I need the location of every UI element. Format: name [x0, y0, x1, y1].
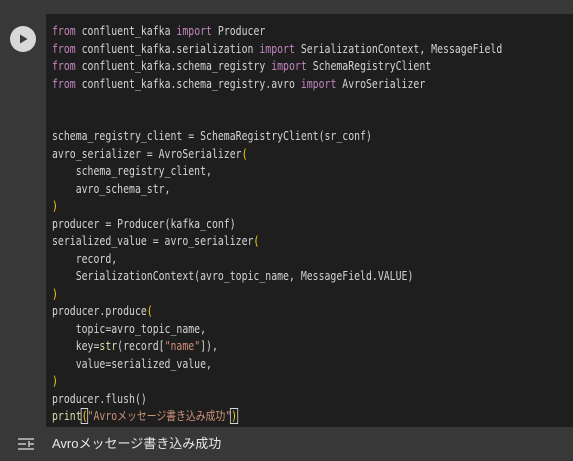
code-line: key=str(record["name"]),: [52, 338, 502, 356]
code-token: AvroSerializer: [336, 76, 426, 91]
code-line: avro_schema_str,: [52, 181, 502, 199]
code-token: avro_schema_str,: [52, 181, 171, 196]
code-token: confluent_kafka: [75, 24, 177, 38]
code-token: producer.produce: [52, 304, 147, 318]
play-icon: [20, 34, 28, 44]
code-token: "name": [164, 339, 201, 353]
code-token: (record[: [117, 339, 165, 353]
code-token: (: [146, 304, 153, 318]
code-token: from: [52, 41, 76, 56]
code-token: producer.flush(): [52, 391, 147, 406]
code-line: producer.produce(: [52, 303, 502, 321]
code-line: ): [52, 198, 502, 216]
code-line: schema_registry_client,: [52, 163, 502, 181]
code-line: SerializationContext(avro_topic_name, Me…: [52, 268, 502, 286]
code-token: from: [52, 24, 76, 38]
code-token: ): [52, 374, 58, 388]
code-token: value=serialized_value,: [52, 356, 212, 371]
code-token: ]),: [200, 339, 218, 353]
code-token: import: [259, 41, 295, 56]
code-token: avro_serializer = AvroSerializer: [52, 146, 242, 161]
code-token: topic=avro_topic_name,: [52, 321, 207, 336]
code-token: confluent_kafka.schema_registry.avro: [75, 76, 301, 91]
code-token: ): [52, 286, 58, 301]
code-token: ): [230, 408, 238, 424]
run-cell-button[interactable]: [10, 26, 36, 52]
code-token: ): [52, 199, 58, 213]
code-token: (: [253, 234, 260, 248]
code-token: schema_registry_client,: [52, 164, 212, 178]
code-token: schema_registry_client = SchemaRegistryC…: [52, 129, 372, 143]
code-token: SchemaRegistryClient: [306, 59, 432, 73]
code-line: producer.flush(): [52, 391, 502, 409]
code-token: record,: [52, 251, 118, 266]
code-token: producer = Producer(kafka_conf): [52, 216, 236, 231]
code-line: producer = Producer(kafka_conf): [52, 216, 502, 234]
output-settings-icon[interactable]: [17, 435, 35, 453]
code-line: record,: [52, 251, 502, 269]
code-line: schema_registry_client = SchemaRegistryC…: [52, 128, 502, 146]
code-token: "Avroメッセージ書き込み成功": [87, 409, 232, 423]
code-token: str: [99, 339, 118, 353]
cell-output: Avroメッセージ書き込み成功: [0, 427, 573, 461]
code-token: import: [300, 76, 337, 91]
code-text[interactable]: from confluent_kafka import Producer from…: [52, 23, 502, 426]
code-token: import: [271, 59, 307, 73]
code-line: print("Avroメッセージ書き込み成功"): [52, 408, 502, 426]
code-editor[interactable]: from confluent_kafka import Producer from…: [46, 14, 573, 427]
code-token: SerializationContext, MessageField: [294, 41, 503, 56]
code-token: from: [52, 59, 76, 73]
code-token: SerializationContext(avro_topic_name, Me…: [52, 269, 414, 283]
code-line: topic=avro_topic_name,: [52, 321, 502, 339]
code-token: Producer: [211, 24, 266, 38]
code-line: from confluent_kafka.schema_registry imp…: [52, 58, 502, 76]
code-line: ): [52, 373, 502, 391]
code-line: serialized_value = avro_serializer(: [52, 233, 502, 251]
code-token: import: [176, 24, 212, 38]
code-token: confluent_kafka.schema_registry: [75, 59, 272, 73]
code-cell[interactable]: from confluent_kafka import Producer from…: [0, 14, 573, 427]
code-line: value=serialized_value,: [52, 356, 502, 374]
code-token: serialized_value = avro_serializer: [52, 234, 254, 248]
code-token: confluent_kafka.serialization: [75, 41, 260, 56]
code-line: ): [52, 286, 502, 304]
code-token: print: [52, 409, 82, 423]
code-token: from: [52, 76, 76, 91]
code-line: avro_serializer = AvroSerializer(: [52, 146, 502, 164]
code-line: from confluent_kafka.schema_registry.avr…: [52, 76, 502, 94]
code-token: key=: [52, 339, 100, 353]
output-text: Avroメッセージ書き込み成功: [52, 436, 222, 451]
code-token: (: [241, 146, 248, 161]
code-line: from confluent_kafka.serialization impor…: [52, 41, 502, 59]
code-line: from confluent_kafka import Producer: [52, 23, 502, 41]
